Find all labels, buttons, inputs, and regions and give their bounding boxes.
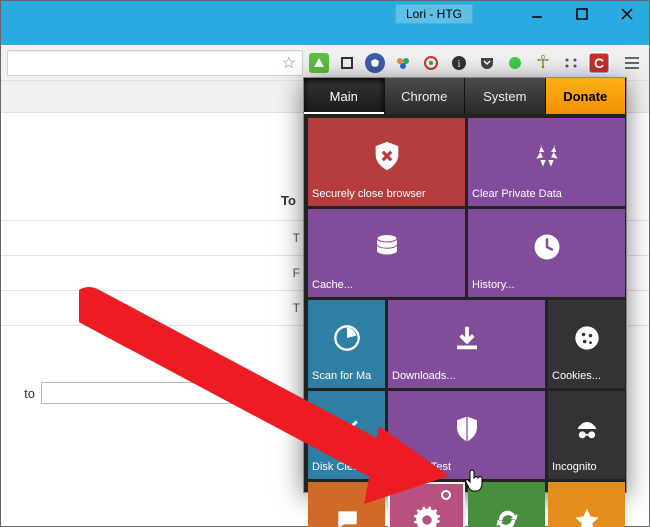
tile-privacy-test[interactable]: Privacy Test <box>388 391 545 479</box>
tab-main[interactable]: Main <box>304 78 385 114</box>
tile-feedback[interactable]: Feedback <box>308 482 385 527</box>
tile-label: Disk Cleanu <box>312 461 381 473</box>
tab-system[interactable]: System <box>465 78 546 114</box>
cookie-icon <box>573 306 601 370</box>
tile-label: Downloads... <box>392 370 541 382</box>
window-close-button[interactable] <box>604 1 649 27</box>
to-input[interactable] <box>41 382 261 404</box>
sync-icon <box>493 488 521 527</box>
address-bar[interactable]: ☆ <box>7 50 303 76</box>
extension-button-active[interactable]: C <box>589 53 609 73</box>
tile-label: Securely close browser <box>312 188 461 200</box>
ext-icon-dots[interactable] <box>561 53 581 73</box>
bookmark-star-icon[interactable]: ☆ <box>282 53 296 73</box>
tile-clear-private-data[interactable]: Clear Private Data <box>468 118 625 206</box>
tile-downloads[interactable]: Downloads... <box>388 300 545 388</box>
extensions-tray: i ☥ C <box>309 53 643 73</box>
tile-securely-close[interactable]: Securely close browser <box>308 118 465 206</box>
extension-popup: Main Chrome System Donate Securely close… <box>303 77 627 493</box>
field-label: T <box>1 301 306 315</box>
to-label: to <box>1 386 41 401</box>
chat-icon <box>334 488 360 527</box>
chrome-menu-button[interactable] <box>621 53 643 73</box>
tile-label: Privacy Test <box>392 461 541 473</box>
tile-incognito[interactable]: Incognito <box>548 391 625 479</box>
recycle-icon <box>531 124 563 188</box>
tile-options[interactable]: Options... <box>388 482 465 527</box>
window-titlebar: Lori - HTG <box>1 1 649 27</box>
tile-label: Cookies... <box>552 370 621 382</box>
tab-donate[interactable]: Donate <box>546 78 627 114</box>
ext-icon-multicolor[interactable] <box>393 53 413 73</box>
shield-x-icon <box>370 124 404 188</box>
field-label: F <box>1 266 306 280</box>
tile-cache[interactable]: Cache... <box>308 209 465 297</box>
window-maximize-button[interactable] <box>559 1 604 27</box>
tile-history[interactable]: History... <box>468 209 625 297</box>
ext-icon-info[interactable]: i <box>449 53 469 73</box>
tile-label: Clear Private Data <box>472 188 621 200</box>
tile-cookies[interactable]: Cookies... <box>548 300 625 388</box>
ext-icon-square[interactable] <box>337 53 357 73</box>
tile-check-update[interactable]: Check for U <box>468 482 545 527</box>
notification-dot-icon <box>441 490 451 500</box>
tab-chrome[interactable]: Chrome <box>385 78 466 114</box>
tile-label: History... <box>472 279 621 291</box>
gear-icon <box>413 488 441 527</box>
tile-label: Cache... <box>312 279 461 291</box>
svg-text:i: i <box>458 59 461 70</box>
brush-icon <box>334 397 360 461</box>
tile-rate[interactable]: Rate 5 Stars <box>548 482 625 527</box>
ext-icon-shield[interactable] <box>365 53 385 73</box>
tile-scan-malware[interactable]: Scan for Ma <box>308 300 385 388</box>
database-icon <box>372 215 402 279</box>
window-minimize-button[interactable] <box>514 1 559 27</box>
toolbar: ☆ i ☥ C <box>1 45 649 81</box>
ext-icon-circle[interactable] <box>421 53 441 73</box>
user-profile-chip[interactable]: Lori - HTG <box>395 4 473 24</box>
radar-icon <box>333 306 361 370</box>
browser-tab-strip[interactable] <box>1 27 649 45</box>
clock-icon <box>532 215 562 279</box>
tile-label: Incognito <box>552 461 621 473</box>
tile-disk-cleanup[interactable]: Disk Cleanu <box>308 391 385 479</box>
ext-icon-pocket[interactable] <box>477 53 497 73</box>
download-icon <box>452 306 482 370</box>
tile-label: Scan for Ma <box>312 370 381 382</box>
ext-icon-greendot[interactable] <box>505 53 525 73</box>
shield-icon <box>452 397 482 461</box>
incognito-icon <box>573 397 601 461</box>
field-label: T <box>1 231 306 245</box>
star-icon <box>573 488 601 527</box>
ext-icon-green[interactable] <box>309 53 329 73</box>
ext-icon-ankh[interactable]: ☥ <box>533 53 553 73</box>
